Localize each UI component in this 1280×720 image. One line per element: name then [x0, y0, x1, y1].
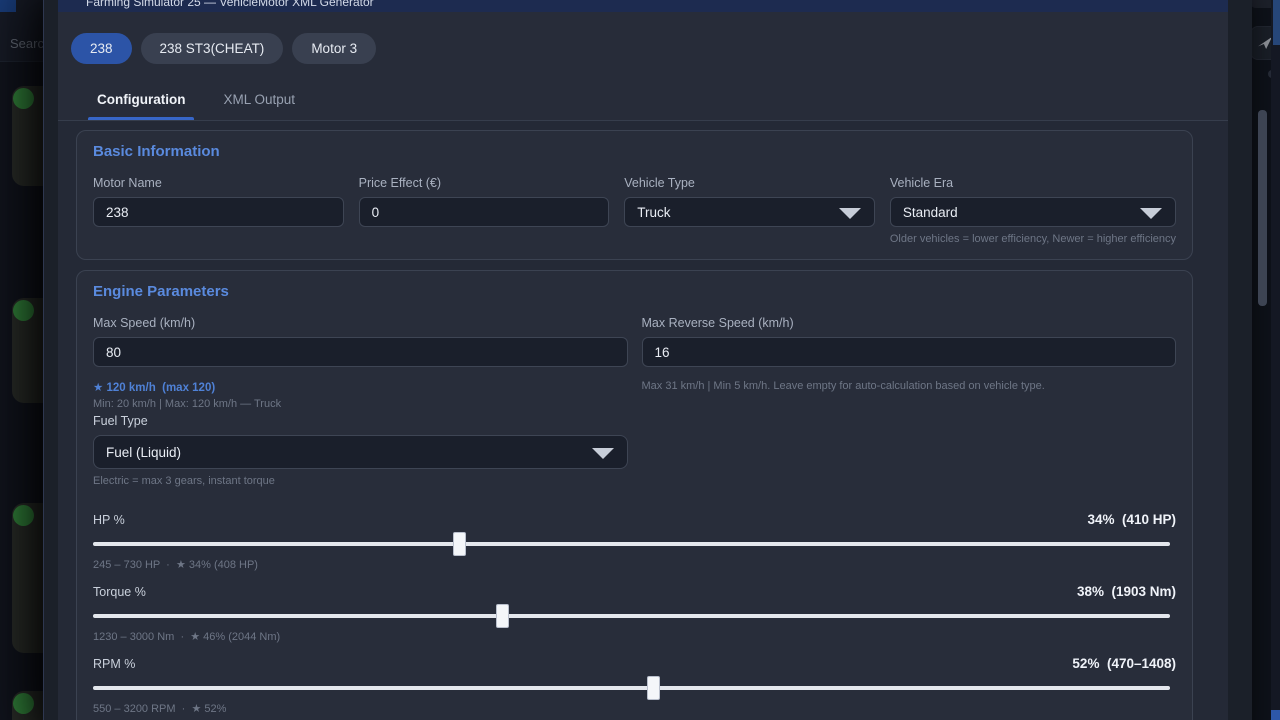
rpm-slider-handle[interactable] [647, 676, 660, 700]
tab-configuration-label: Configuration [97, 92, 185, 107]
hp-slider-label: HP % [93, 513, 125, 527]
engine-parameters-panel: Engine Parameters Max Speed (km/h) ★ 120… [76, 270, 1193, 720]
dialog-footer-edge [1271, 710, 1280, 720]
price-effect-group: Price Effect (€) [359, 176, 610, 245]
rpm-slider-label: RPM % [93, 657, 135, 671]
price-effect-label: Price Effect (€) [359, 176, 610, 190]
configuration-content: Basic Information Motor Name Price Effec… [58, 121, 1228, 720]
basic-information-title: Basic Information [93, 143, 1176, 160]
price-effect-input[interactable] [359, 197, 610, 227]
torque-slider-helper: 1230 – 3000 Nm · ★ 46% (2044 Nm) [93, 630, 1176, 643]
rpm-slider[interactable] [93, 678, 1170, 698]
max-reverse-speed-input[interactable] [642, 337, 1177, 367]
torque-slider-row: Torque % 38% (1903 Nm) 1230 – 3000 Nm · … [93, 583, 1176, 643]
rpm-slider-value: 52% (470–1408) [1072, 656, 1176, 671]
dialog-scrollbar-track[interactable] [1271, 0, 1280, 720]
engine-parameters-title: Engine Parameters [93, 283, 1176, 300]
chevron-down-icon [592, 448, 614, 459]
vehicle-era-value: Standard [903, 205, 958, 220]
tab-xml-output[interactable]: XML Output [214, 78, 304, 120]
vehicle-era-select[interactable]: Standard [890, 197, 1176, 227]
screen: Search Farming Simulator 25 — VehicleMot… [0, 0, 1280, 720]
max-speed-label: Max Speed (km/h) [93, 316, 628, 330]
vehicle-motor-dialog: Farming Simulator 25 — VehicleMotor XML … [43, 0, 1252, 720]
motor-name-label: Motor Name [93, 176, 344, 190]
tab-xml-output-label: XML Output [223, 92, 295, 107]
fuel-type-group: Fuel Type Fuel (Liquid) Electric = max 3… [93, 414, 628, 487]
vehicle-type-group: Vehicle Type Truck [624, 176, 875, 245]
max-speed-input[interactable] [93, 337, 628, 367]
max-reverse-speed-group: Max Reverse Speed (km/h) Max 31 km/h | M… [642, 316, 1177, 410]
rpm-slider-row: RPM % 52% (470–1408) 550 – 3200 RPM · ★ … [93, 655, 1176, 715]
active-tab-underline [88, 117, 194, 120]
hp-slider-value: 34% (410 HP) [1087, 512, 1176, 527]
view-tabs: Configuration XML Output [58, 78, 1228, 121]
fuel-type-label: Fuel Type [93, 414, 628, 428]
chevron-down-icon [1140, 208, 1162, 219]
max-speed-group: Max Speed (km/h) ★ 120 km/h (max 120) Mi… [93, 316, 628, 410]
fuel-type-value: Fuel (Liquid) [106, 445, 181, 460]
fuel-type-helper: Electric = max 3 gears, instant torque [93, 475, 628, 487]
max-speed-recommend: ★ 120 km/h (max 120) [93, 380, 628, 394]
dialog-scrollbar-thumb[interactable] [1273, 0, 1280, 45]
dialog-titlebar: Farming Simulator 25 — VehicleMotor XML … [58, 0, 1228, 12]
max-speed-range-note: Min: 20 km/h | Max: 120 km/h — Truck [93, 398, 628, 410]
torque-slider[interactable] [93, 606, 1170, 626]
vehicle-era-label: Vehicle Era [890, 176, 1176, 190]
fuel-type-select[interactable]: Fuel (Liquid) [93, 435, 628, 469]
dialog-title: Farming Simulator 25 — VehicleMotor XML … [86, 0, 374, 9]
vehicle-type-value: Truck [637, 205, 670, 220]
motor-tab-238[interactable]: 238 [71, 33, 132, 64]
hp-slider-helper: 245 – 730 HP · ★ 34% (408 HP) [93, 558, 1176, 571]
tab-configuration[interactable]: Configuration [88, 78, 194, 120]
rpm-slider-helper: 550 – 3200 RPM · ★ 52% [93, 702, 1176, 715]
motor-name-input[interactable] [93, 197, 344, 227]
basic-information-panel: Basic Information Motor Name Price Effec… [76, 130, 1193, 260]
hp-slider-row: HP % 34% (410 HP) 245 – 730 HP · ★ 34% (… [93, 511, 1176, 571]
torque-slider-track[interactable] [93, 614, 1170, 618]
hp-slider[interactable] [93, 534, 1170, 554]
torque-slider-handle[interactable] [496, 604, 509, 628]
hp-slider-track[interactable] [93, 542, 1170, 546]
rpm-slider-track[interactable] [93, 686, 1170, 690]
max-reverse-speed-helper: Max 31 km/h | Min 5 km/h. Leave empty fo… [642, 380, 1177, 392]
vehicle-era-group: Vehicle Era Standard Older vehicles = lo… [890, 176, 1176, 245]
hp-slider-handle[interactable] [453, 532, 466, 556]
motor-tab-238-st3[interactable]: 238 ST3(CHEAT) [141, 33, 284, 64]
content-scrollbar-thumb[interactable] [1258, 110, 1267, 306]
motor-name-group: Motor Name [93, 176, 344, 245]
chevron-down-icon [839, 208, 861, 219]
sliders-block: HP % 34% (410 HP) 245 – 730 HP · ★ 34% (… [93, 511, 1176, 715]
motor-tabs: 238 238 ST3(CHEAT) Motor 3 [58, 12, 1228, 78]
vehicle-type-label: Vehicle Type [624, 176, 875, 190]
vehicle-type-select[interactable]: Truck [624, 197, 875, 227]
torque-slider-value: 38% (1903 Nm) [1077, 584, 1176, 599]
vehicle-era-helper: Older vehicles = lower efficiency, Newer… [890, 233, 1176, 245]
max-reverse-speed-label: Max Reverse Speed (km/h) [642, 316, 1177, 330]
torque-slider-label: Torque % [93, 585, 146, 599]
motor-tab-motor-3[interactable]: Motor 3 [292, 33, 376, 64]
